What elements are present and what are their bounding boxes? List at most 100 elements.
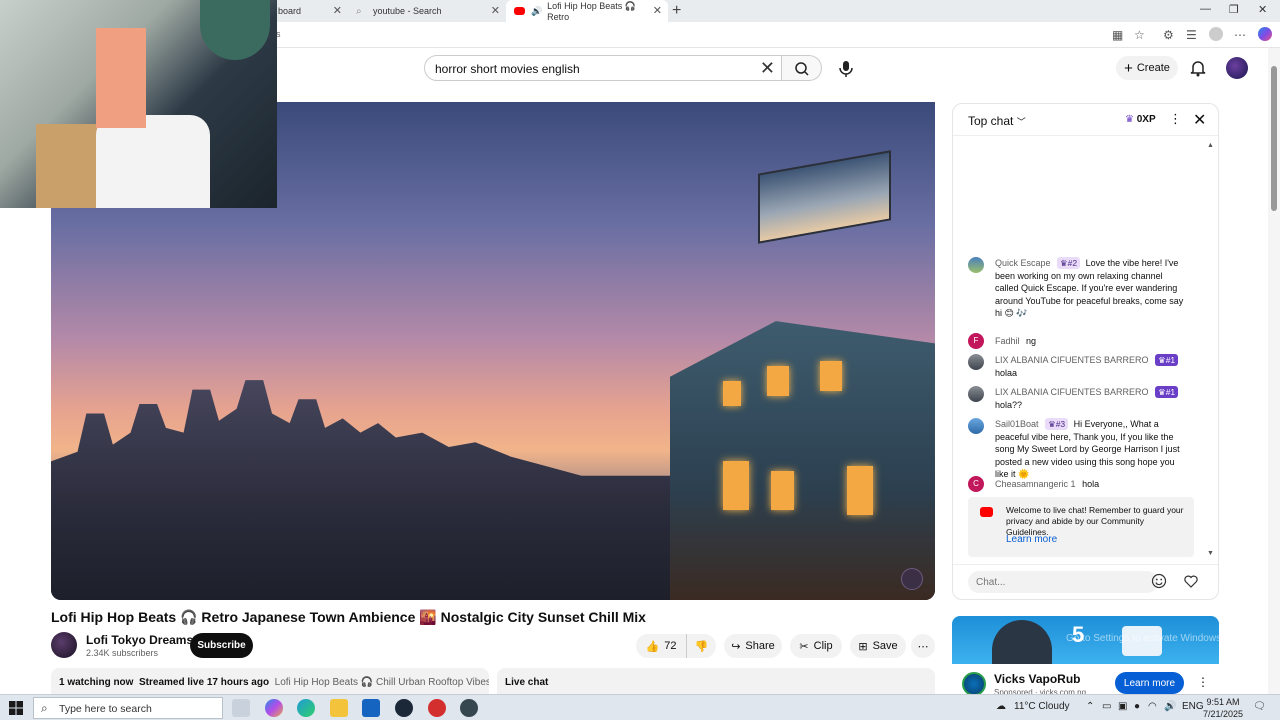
tab-youtube-search[interactable]: ⌕ youtube - Search ✕: [348, 0, 506, 22]
app-icon[interactable]: [428, 699, 446, 717]
save-button[interactable]: ⊞ Save: [850, 634, 906, 658]
xp-badge[interactable]: ♛ 0XP: [1125, 114, 1156, 125]
rank-badge: ♛#1: [1155, 386, 1179, 398]
outlook-icon[interactable]: [362, 699, 380, 717]
file-explorer-icon[interactable]: [330, 699, 348, 717]
subscriber-count: 2.34K subscribers: [86, 648, 159, 658]
channel-avatar[interactable]: [51, 632, 77, 658]
extensions-icon[interactable]: ⚙: [1163, 28, 1174, 42]
message-author[interactable]: Cheasamnangeric 1: [995, 479, 1076, 489]
minimize-button[interactable]: —: [1200, 3, 1211, 15]
xp-value: 0XP: [1136, 114, 1156, 125]
windows-taskbar: ⌕ Type here to search ☁ 11°C Cloudy ⌃ ▭ …: [0, 694, 1280, 720]
microphone-icon: [839, 61, 853, 77]
copilot-app-icon[interactable]: [265, 699, 283, 717]
search-icon: ⌕: [356, 5, 362, 17]
avatar[interactable]: [968, 418, 984, 434]
chevron-down-icon: ﹀: [1016, 117, 1026, 127]
scroll-up-arrow[interactable]: ▲: [1207, 142, 1214, 149]
tab-label: board: [278, 6, 302, 16]
subscribe-button[interactable]: Subscribe: [190, 633, 253, 658]
message-text: ng: [1026, 336, 1037, 346]
search-input[interactable]: horror short movies english ✕: [424, 55, 782, 81]
scrollbar-thumb[interactable]: [1271, 66, 1277, 211]
avatar[interactable]: F: [968, 333, 984, 349]
task-view-icon[interactable]: [232, 699, 250, 717]
speaker-icon[interactable]: 🔊: [531, 6, 542, 17]
language-indicator[interactable]: ENG: [1182, 701, 1204, 712]
favorite-icon[interactable]: ☆: [1134, 28, 1145, 42]
channel-watermark[interactable]: [901, 568, 923, 590]
badge-rank: #2: [1067, 258, 1078, 268]
avatar[interactable]: [968, 354, 984, 370]
clear-search-icon[interactable]: ✕: [760, 58, 775, 79]
taskbar-search-box[interactable]: ⌕ Type here to search: [33, 697, 223, 719]
share-button[interactable]: ↪ Share: [724, 634, 782, 658]
heart-icon[interactable]: [1183, 573, 1199, 589]
webcam-towel-shape: [96, 28, 146, 128]
menu-icon[interactable]: ⋯: [1234, 28, 1246, 42]
message-author[interactable]: LIX ALBANIA CIFUENTES BARRERO: [995, 355, 1149, 365]
ad-learn-more-button[interactable]: Learn more: [1115, 672, 1184, 694]
windows-start-icon[interactable]: [9, 701, 23, 715]
account-avatar[interactable]: [1226, 57, 1248, 79]
maximize-button[interactable]: ❐: [1229, 3, 1239, 16]
taskbar-clock[interactable]: 9:51 AM 7/21/2025: [1203, 696, 1243, 720]
volume-icon[interactable]: 🔊: [1164, 701, 1176, 712]
create-button[interactable]: + Create: [1116, 56, 1178, 80]
tab-lofi-video[interactable]: 🔊 Lofi Hip Hop Beats 🎧 Retro ✕: [506, 0, 668, 22]
like-button[interactable]: 👍 72: [636, 634, 686, 658]
live-chat-header[interactable]: Live chat: [497, 668, 935, 694]
more-actions-button[interactable]: ⋯: [911, 634, 935, 658]
microphone-tray-icon[interactable]: ●: [1134, 701, 1140, 712]
close-icon[interactable]: ✕: [653, 4, 662, 17]
notifications-icon[interactable]: 🗨: [1253, 701, 1266, 712]
learn-more-link[interactable]: Learn more: [1006, 534, 1057, 545]
message-author[interactable]: LIX ALBANIA CIFUENTES BARRERO: [995, 387, 1149, 397]
message-author[interactable]: Quick Escape: [995, 258, 1051, 268]
profile-icon[interactable]: [1209, 27, 1223, 41]
avatar[interactable]: [968, 257, 984, 273]
ad-title[interactable]: Vicks VapoRub: [994, 672, 1080, 686]
ad-brand-logo[interactable]: [962, 672, 986, 696]
ad-more-icon[interactable]: ⋮: [1197, 675, 1209, 689]
chat-message: LIX ALBANIA CIFUENTES BARRERO ♛#1 holaa: [968, 354, 1188, 379]
network-icon[interactable]: ▭: [1102, 701, 1111, 712]
page-scrollbar[interactable]: [1268, 48, 1280, 694]
channel-name[interactable]: Lofi Tokyo Dreams: [86, 633, 193, 647]
chat-mode-dropdown[interactable]: Top chat ﹀: [968, 114, 1026, 128]
close-icon[interactable]: ✕: [491, 4, 500, 17]
close-window-button[interactable]: ✕: [1258, 3, 1267, 16]
tray-chevron-icon[interactable]: ⌃: [1086, 701, 1094, 712]
webcam-chair-shape: [96, 115, 210, 208]
copilot-icon[interactable]: [1258, 27, 1272, 41]
dislike-button[interactable]: 👎: [686, 634, 716, 658]
tray-app-icon[interactable]: ▣: [1118, 701, 1127, 712]
avatar[interactable]: C: [968, 476, 984, 492]
message-author[interactable]: Sail01Boat: [995, 419, 1039, 429]
chat-input[interactable]: [968, 571, 1158, 593]
notifications-button[interactable]: [1188, 58, 1208, 78]
more-icon: ⋯: [917, 640, 929, 653]
video-frame-house: [669, 321, 935, 600]
emoji-icon[interactable]: [1151, 573, 1167, 589]
chat-more-icon[interactable]: ⋮: [1169, 111, 1182, 127]
wifi-icon[interactable]: ◠: [1148, 701, 1157, 712]
weather-icon[interactable]: ☁: [996, 701, 1006, 712]
close-icon[interactable]: ✕: [1193, 110, 1206, 130]
weather-text[interactable]: 11°C Cloudy: [1014, 701, 1070, 712]
new-tab-button[interactable]: +: [672, 2, 681, 20]
collections-icon[interactable]: ☰: [1186, 28, 1197, 42]
avatar[interactable]: [968, 386, 984, 402]
close-icon[interactable]: ✕: [333, 4, 342, 17]
message-author[interactable]: Fadhil: [995, 336, 1020, 346]
clip-button[interactable]: ✂ Clip: [790, 634, 842, 658]
settings-gear-icon[interactable]: [460, 699, 478, 717]
steam-icon[interactable]: [395, 699, 413, 717]
search-button[interactable]: [782, 55, 822, 81]
edge-icon[interactable]: [297, 699, 315, 717]
voice-search-button[interactable]: [832, 55, 860, 81]
scroll-down-arrow[interactable]: ▼: [1207, 550, 1214, 557]
reader-icon[interactable]: ▦: [1112, 28, 1123, 42]
description-box[interactable]: 1 watching now Streamed live 17 hours ag…: [51, 668, 489, 694]
